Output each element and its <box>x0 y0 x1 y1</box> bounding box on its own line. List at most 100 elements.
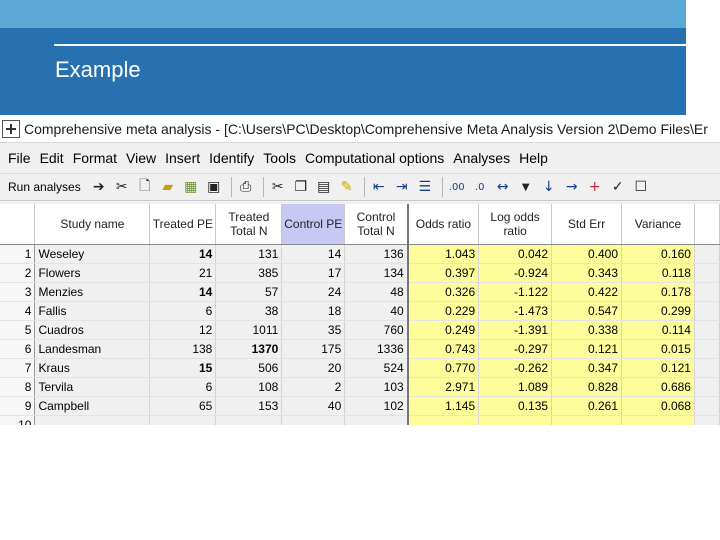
cell-control-pe[interactable]: 20 <box>281 358 346 378</box>
cell-control-pe[interactable]: 14 <box>281 244 346 264</box>
cell-treated-pe[interactable]: 21 <box>149 263 217 283</box>
increase-decimals-icon[interactable]: .00 <box>447 177 467 197</box>
save-icon[interactable]: ▣ <box>204 177 224 197</box>
cell-treated-total-n[interactable]: 1370 <box>215 339 283 359</box>
row-number[interactable]: 10 <box>0 415 36 425</box>
cell-variance[interactable]: 0.299 <box>621 301 695 321</box>
cell-std-err[interactable]: 0.400 <box>551 244 623 264</box>
cell-empty[interactable] <box>694 377 720 397</box>
column-header-odds-ratio[interactable]: Odds ratio <box>407 204 480 245</box>
check-icon[interactable]: ✓ <box>608 177 628 197</box>
cell-treated-total-n[interactable]: 1011 <box>215 320 283 340</box>
cell-treated-total-n[interactable]: 57 <box>215 282 283 302</box>
cell-study-name[interactable]: Tervila <box>34 377 151 397</box>
cell-treated-pe[interactable]: 65 <box>149 396 217 416</box>
cell-std-err[interactable]: 0.338 <box>551 320 623 340</box>
cell-treated-pe[interactable]: 15 <box>149 358 217 378</box>
column-header-control-pe[interactable]: Control PE <box>281 204 346 245</box>
cell-treated-total-n[interactable]: 385 <box>215 263 283 283</box>
cell-odds-ratio[interactable]: 0.770 <box>407 358 480 378</box>
cell-control-pe[interactable]: 17 <box>281 263 346 283</box>
cell-study-name[interactable]: Cuadros <box>34 320 151 340</box>
cell-study-name[interactable] <box>34 415 151 425</box>
cell-std-err[interactable] <box>551 415 623 425</box>
scissors-link-icon[interactable]: ✂ <box>112 177 132 197</box>
row-number[interactable]: 6 <box>0 339 36 359</box>
menu-format[interactable]: Format <box>73 150 117 166</box>
arrow-right-icon[interactable]: ➔ <box>89 177 109 197</box>
cell-control-pe[interactable]: 175 <box>281 339 346 359</box>
cell-odds-ratio[interactable]: 2.971 <box>407 377 480 397</box>
cell-variance[interactable]: 0.178 <box>621 282 695 302</box>
cell-odds-ratio[interactable]: 0.249 <box>407 320 480 340</box>
cell-log-odds-ratio[interactable]: -1.391 <box>478 320 553 340</box>
move-right-icon[interactable]: ⇥ <box>392 177 412 197</box>
column-header-study-name[interactable]: Study name <box>34 204 151 245</box>
cell-log-odds-ratio[interactable]: 0.042 <box>478 244 553 264</box>
menu-identify[interactable]: Identify <box>209 150 254 166</box>
open-folder-icon[interactable]: ▰ <box>158 177 178 197</box>
column-width-icon[interactable]: ↔ <box>493 177 513 197</box>
cell-std-err[interactable]: 0.121 <box>551 339 623 359</box>
cell-empty[interactable] <box>694 320 720 340</box>
dropdown-icon[interactable]: ▼ <box>516 177 536 197</box>
cell-empty[interactable] <box>694 301 720 321</box>
cell-treated-total-n[interactable]: 153 <box>215 396 283 416</box>
cell-control-total-n[interactable]: 134 <box>344 263 409 283</box>
cell-control-total-n[interactable] <box>344 415 409 425</box>
cell-control-total-n[interactable]: 103 <box>344 377 409 397</box>
next-icon[interactable]: → <box>562 177 582 197</box>
cell-empty[interactable] <box>694 396 720 416</box>
open-data-icon[interactable]: ▦ <box>181 177 201 197</box>
run-analyses-button[interactable]: Run analyses <box>8 180 81 194</box>
cut-icon[interactable]: ✂ <box>268 177 288 197</box>
cell-control-total-n[interactable]: 524 <box>344 358 409 378</box>
cell-empty[interactable] <box>694 358 720 378</box>
cell-control-pe[interactable]: 24 <box>281 282 346 302</box>
column-header-treated-pe[interactable]: Treated PE <box>149 204 217 245</box>
cell-study-name[interactable]: Landesman <box>34 339 151 359</box>
cell-odds-ratio[interactable] <box>407 415 480 425</box>
menu-help[interactable]: Help <box>519 150 548 166</box>
cell-std-err[interactable]: 0.422 <box>551 282 623 302</box>
cell-control-total-n[interactable]: 760 <box>344 320 409 340</box>
cell-empty[interactable] <box>694 282 720 302</box>
column-header-treated-total-n[interactable]: Treated Total N <box>215 204 283 245</box>
menu-edit[interactable]: Edit <box>40 150 64 166</box>
cell-treated-total-n[interactable] <box>215 415 283 425</box>
cell-variance[interactable]: 0.114 <box>621 320 695 340</box>
row-number[interactable]: 2 <box>0 263 36 283</box>
cell-treated-total-n[interactable]: 108 <box>215 377 283 397</box>
list-icon[interactable]: ☰ <box>415 177 435 197</box>
cell-control-pe[interactable]: 18 <box>281 301 346 321</box>
cell-control-total-n[interactable]: 1336 <box>344 339 409 359</box>
menu-analyses[interactable]: Analyses <box>453 150 510 166</box>
cell-log-odds-ratio[interactable]: -0.297 <box>478 339 553 359</box>
cell-log-odds-ratio[interactable]: -1.122 <box>478 282 553 302</box>
cell-treated-pe[interactable]: 14 <box>149 282 217 302</box>
cell-study-name[interactable]: Menzies <box>34 282 151 302</box>
decrease-decimals-icon[interactable]: .0 <box>470 177 490 197</box>
cell-study-name[interactable]: Flowers <box>34 263 151 283</box>
cell-log-odds-ratio[interactable]: -1.473 <box>478 301 553 321</box>
cell-variance[interactable]: 0.121 <box>621 358 695 378</box>
row-number[interactable]: 5 <box>0 320 36 340</box>
cell-study-name[interactable]: Fallis <box>34 301 151 321</box>
row-number[interactable]: 7 <box>0 358 36 378</box>
cell-variance[interactable]: 0.118 <box>621 263 695 283</box>
row-number[interactable]: 9 <box>0 396 36 416</box>
cell-odds-ratio[interactable]: 1.145 <box>407 396 480 416</box>
menu-file[interactable]: File <box>8 150 31 166</box>
column-header-log-odds-ratio[interactable]: Log odds ratio <box>478 204 553 245</box>
column-header-variance[interactable]: Variance <box>621 204 695 245</box>
row-number[interactable]: 4 <box>0 301 36 321</box>
cell-std-err[interactable]: 0.547 <box>551 301 623 321</box>
column-header-control-total-n[interactable]: Control Total N <box>344 204 409 245</box>
cell-log-odds-ratio[interactable]: 1.089 <box>478 377 553 397</box>
cell-std-err[interactable]: 0.343 <box>551 263 623 283</box>
cell-study-name[interactable]: Campbell <box>34 396 151 416</box>
cell-control-pe[interactable]: 2 <box>281 377 346 397</box>
row-number[interactable]: 3 <box>0 282 36 302</box>
cell-std-err[interactable]: 0.828 <box>551 377 623 397</box>
cell-variance[interactable]: 0.160 <box>621 244 695 264</box>
